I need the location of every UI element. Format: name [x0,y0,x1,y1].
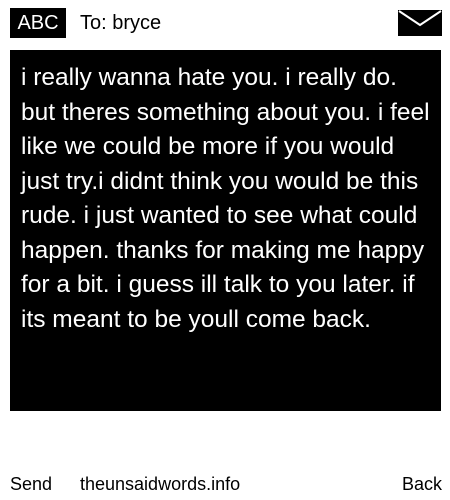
envelope-icon[interactable] [398,10,442,36]
input-mode-badge: ABC [10,8,66,38]
recipient-field[interactable]: To: bryce [80,10,161,36]
site-label: theunsaidwords.info [80,474,241,494]
send-button[interactable]: Send [10,470,52,498]
header: ABC To: bryce [0,0,450,46]
back-button[interactable]: Back [402,470,442,498]
message-body[interactable]: i really wanna hate you. i really do. bu… [10,50,441,411]
softkey-bar: Send theunsaidwords.info Back [0,470,450,498]
